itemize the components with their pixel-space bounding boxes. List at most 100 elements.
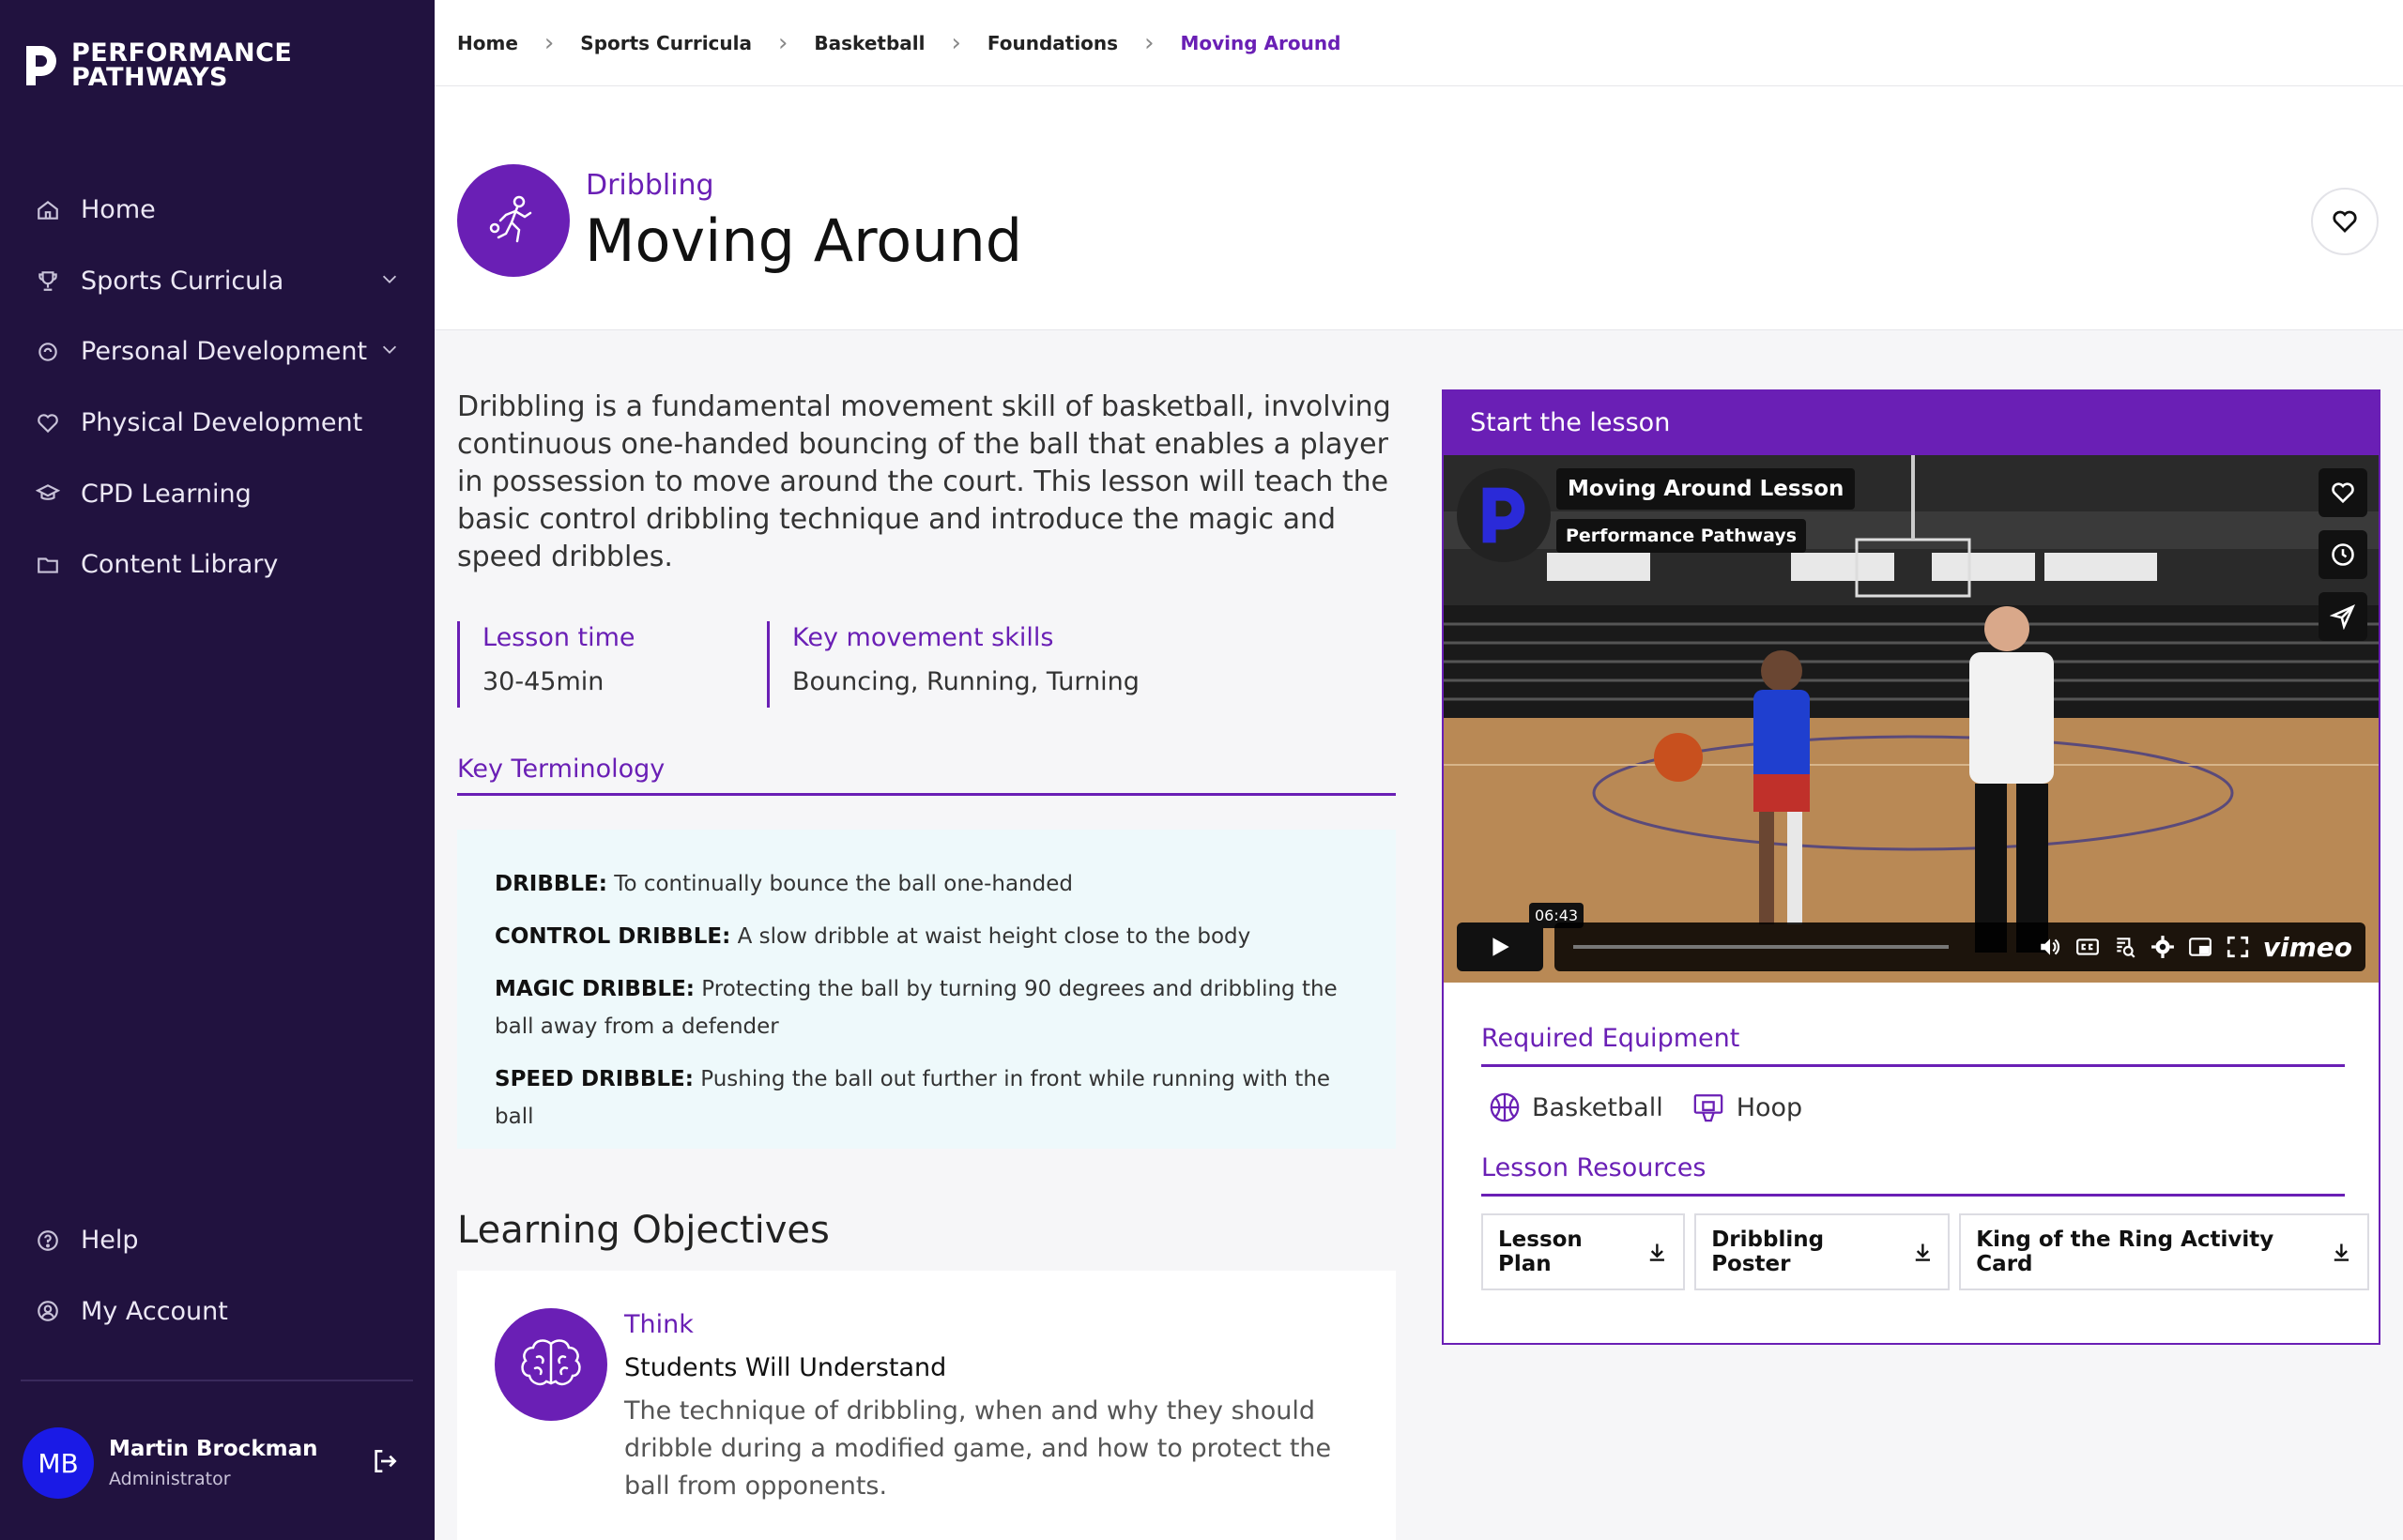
breadcrumb-item-foundations[interactable]: Foundations (987, 32, 1118, 54)
vimeo-logo[interactable]: vimeo (2263, 932, 2352, 963)
learning-objectives-title: Learning Objectives (457, 1209, 830, 1252)
volume-icon[interactable] (2038, 935, 2062, 959)
lesson-time-label: Lesson time (482, 623, 635, 652)
sidebar-item-label: Personal Development (81, 337, 368, 367)
lesson-panel: Start the lesson Moving Around Lesson Pe… (1442, 389, 2380, 1345)
key-terminology-heading: Key Terminology (457, 755, 1396, 796)
terminology-box: DRIBBLE: To continually bounce the ball … (457, 830, 1396, 1149)
video-channel[interactable]: Performance Pathways (1556, 519, 1807, 553)
captions-icon[interactable] (2075, 935, 2100, 959)
term-item: CONTROL DRIBBLE: A slow dribble at waist… (495, 924, 1251, 949)
sidebar-item-label: Physical Development (81, 408, 363, 438)
equipment-list: Basketball Hoop (1489, 1091, 1830, 1123)
play-button[interactable] (1457, 922, 1543, 971)
sidebar: PERFORMANCE PATHWAYS Home Sports Curricu… (0, 0, 435, 1540)
video-title[interactable]: Moving Around Lesson (1556, 468, 1856, 510)
trophy-icon (34, 267, 62, 295)
required-equipment-heading: Required Equipment (1481, 1024, 2345, 1067)
bottom-nav: Help My Account (34, 1205, 400, 1347)
clock-icon (2332, 543, 2354, 566)
heart-icon (2333, 210, 2357, 233)
sidebar-item-help[interactable]: Help (34, 1205, 400, 1276)
download-lesson-plan-button[interactable]: Lesson Plan (1481, 1213, 1686, 1290)
logo[interactable]: PERFORMANCE PATHWAYS (23, 40, 292, 92)
equipment-item: Basketball (1489, 1091, 1663, 1123)
sidebar-item-sports-curricula[interactable]: Sports Curricula (34, 246, 400, 317)
breadcrumb-item-home[interactable]: Home (457, 32, 518, 54)
breadcrumb-item-current: Moving Around (1180, 31, 1341, 54)
sidebar-item-content-library[interactable]: Content Library (34, 529, 400, 601)
sidebar-divider (21, 1380, 413, 1381)
user-card: MB Martin Brockman Administrator (23, 1427, 407, 1499)
objective-tag: Think (624, 1310, 694, 1339)
account-icon (34, 1297, 62, 1325)
page-title: Moving Around (585, 206, 1023, 275)
chevron-right-icon: › (543, 28, 555, 57)
share-button[interactable] (2319, 592, 2367, 641)
help-icon (34, 1227, 62, 1255)
folder-icon (34, 551, 62, 579)
sidebar-item-personal-development[interactable]: Personal Development (34, 316, 400, 388)
pip-icon[interactable] (2188, 935, 2212, 959)
download-activity-card-button[interactable]: King of the Ring Activity Card (1959, 1213, 2369, 1290)
play-icon (1492, 938, 1509, 956)
home-icon (34, 196, 62, 224)
term-item: DRIBBLE: To continually bounce the ball … (495, 872, 1073, 896)
download-icon (1915, 1243, 1930, 1261)
fullscreen-icon[interactable] (2226, 935, 2250, 959)
user-name: Martin Brockman (109, 1437, 318, 1461)
lesson-category: Dribbling (586, 169, 714, 202)
lesson-resources-heading: Lesson Resources (1481, 1153, 2345, 1197)
heart-icon (2332, 482, 2354, 504)
send-icon (2330, 603, 2356, 630)
objective-heading: Students Will Understand (624, 1353, 947, 1382)
settings-icon[interactable] (2150, 935, 2175, 959)
personal-icon (34, 338, 62, 366)
lesson-time-value: 30-45min (482, 667, 605, 696)
key-skills: Key movement skills Bouncing, Running, T… (767, 621, 1236, 708)
resource-buttons: Lesson Plan Dribbling Poster King of the… (1481, 1213, 2379, 1290)
watch-later-button[interactable] (2319, 530, 2367, 579)
download-dribbling-poster-button[interactable]: Dribbling Poster (1694, 1213, 1951, 1290)
lesson-time: Lesson time 30-45min (457, 621, 767, 708)
chevron-down-icon[interactable] (379, 267, 400, 296)
sidebar-item-my-account[interactable]: My Account (34, 1276, 400, 1348)
video-progress-bar[interactable]: vimeo (1554, 922, 2365, 971)
channel-avatar[interactable] (1457, 468, 1551, 562)
objective-card: Think Students Will Understand The techn… (457, 1271, 1396, 1540)
lesson-header: Dribbling Moving Around (435, 86, 2403, 330)
breadcrumb-item-sports-curricula[interactable]: Sports Curricula (580, 32, 752, 54)
heart-icon (34, 409, 62, 437)
sidebar-item-cpd-learning[interactable]: CPD Learning (34, 458, 400, 529)
video-player[interactable]: Moving Around Lesson Performance Pathway… (1444, 455, 2379, 983)
dribbling-icon (457, 164, 570, 277)
logo-line-2: PATHWAYS (71, 63, 229, 92)
term-item: SPEED DRIBBLE: Pushing the ball out furt… (495, 1067, 1331, 1129)
user-role: Administrator (109, 1469, 231, 1489)
sidebar-item-physical-development[interactable]: Physical Development (34, 388, 400, 459)
chevron-down-icon[interactable] (379, 337, 400, 366)
transcript-icon[interactable] (2113, 935, 2137, 959)
download-icon (1650, 1243, 1665, 1261)
sidebar-item-label: Help (81, 1226, 139, 1256)
sidebar-item-label: Content Library (81, 550, 279, 580)
favourite-button[interactable] (2311, 188, 2379, 255)
main-content: Home › Sports Curricula › Basketball › F… (435, 0, 2403, 1540)
lesson-description: Dribbling is a fundamental movement skil… (457, 390, 1391, 573)
key-skills-label: Key movement skills (792, 623, 1054, 652)
sidebar-item-home[interactable]: Home (34, 175, 400, 246)
breadcrumb: Home › Sports Curricula › Basketball › F… (435, 0, 2403, 86)
lesson-panel-header: Start the lesson (1444, 391, 2379, 455)
chevron-right-icon: › (778, 28, 788, 57)
logout-icon[interactable] (370, 1446, 400, 1480)
logo-mark-icon (1482, 487, 1525, 543)
hoop-icon (1693, 1094, 1723, 1122)
breadcrumb-item-basketball[interactable]: Basketball (814, 32, 925, 54)
video-like-button[interactable] (2319, 468, 2367, 517)
avatar[interactable]: MB (23, 1427, 94, 1499)
sidebar-item-label: My Account (81, 1296, 228, 1326)
term-item: MAGIC DRIBBLE: Protecting the ball by tu… (495, 977, 1338, 1039)
equipment-item: Hoop (1691, 1091, 1802, 1123)
sidebar-item-label: Sports Curricula (81, 266, 284, 296)
progress-track[interactable] (1573, 945, 1949, 949)
